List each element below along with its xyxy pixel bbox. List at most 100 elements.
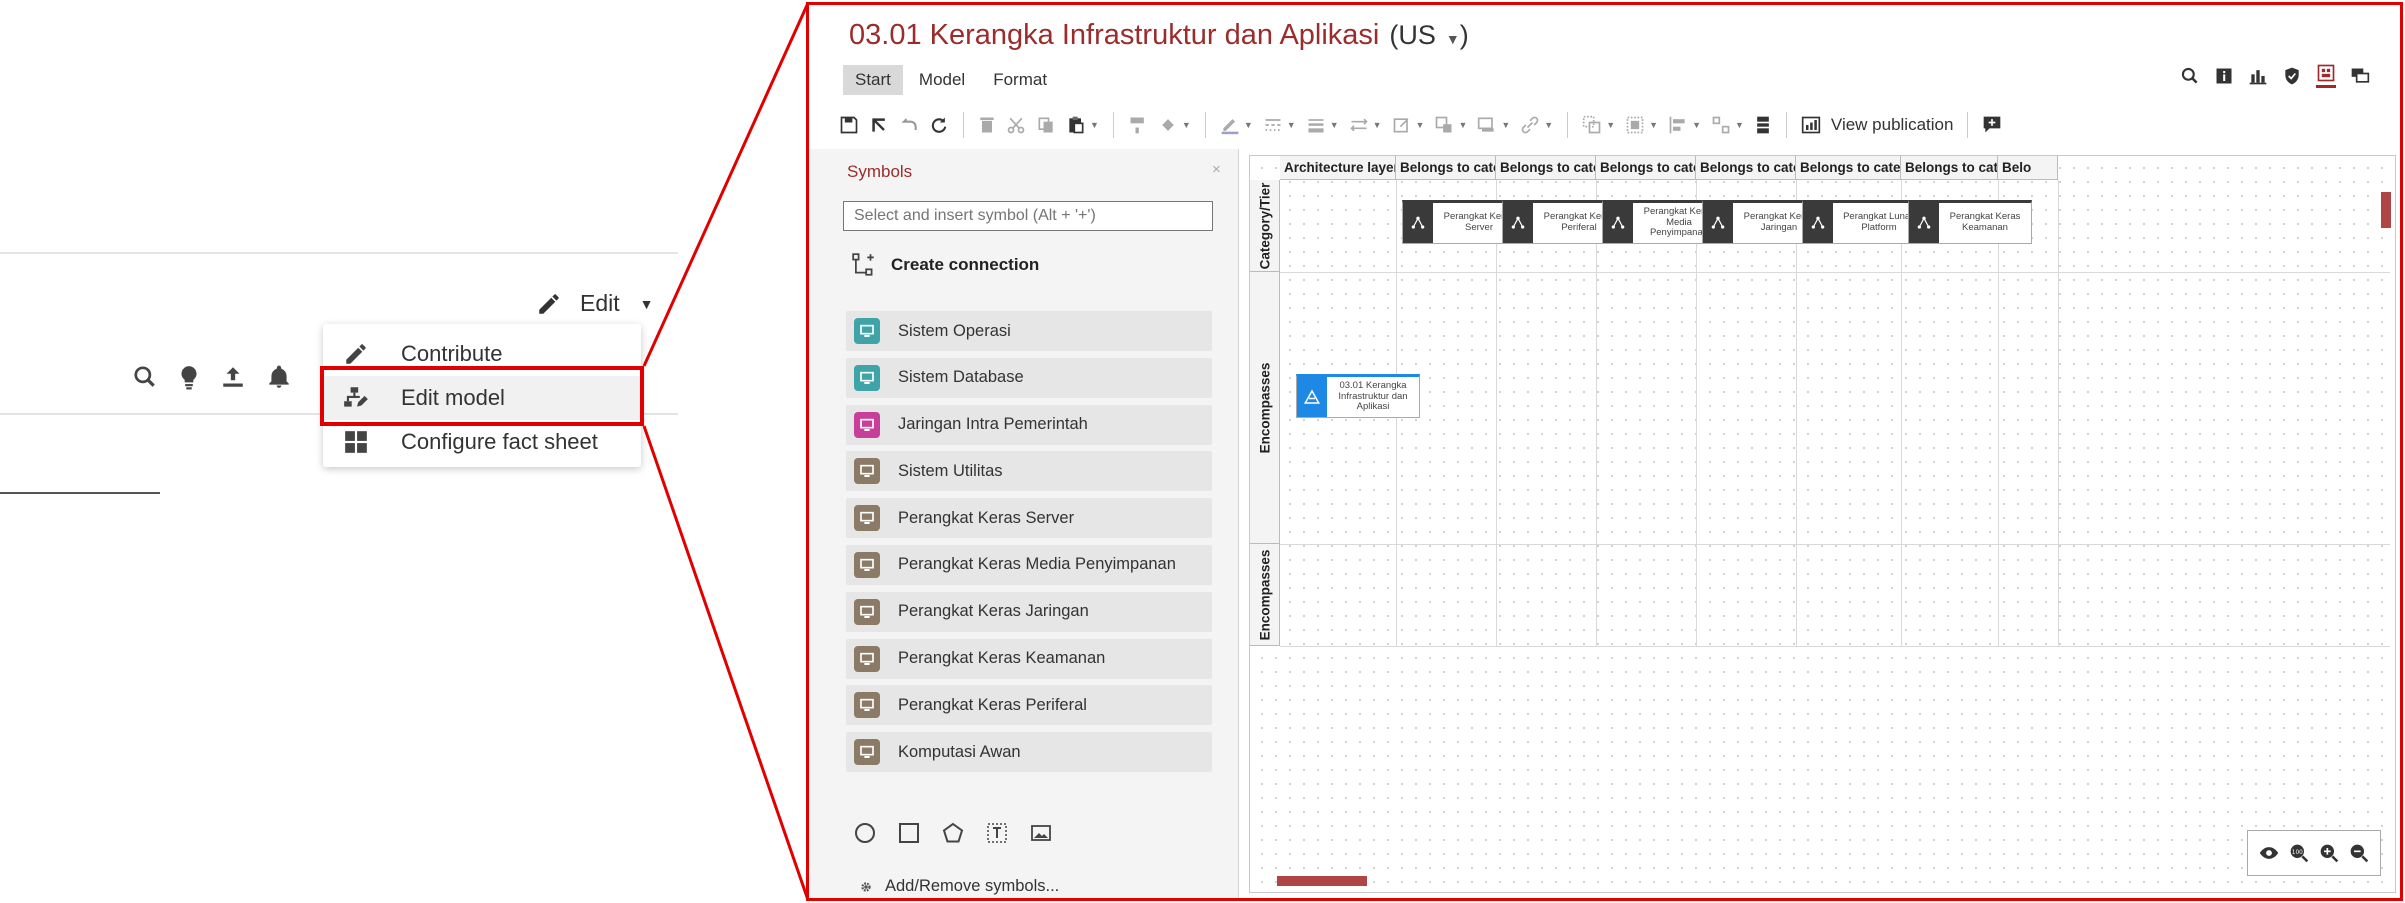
menu-item-label: Contribute [401, 341, 503, 366]
paste-icon[interactable]: ▼ [1066, 115, 1099, 135]
lightbulb-icon[interactable] [178, 364, 200, 390]
symbol-item[interactable]: Perangkat Keras Server [846, 498, 1212, 539]
search-icon[interactable] [2180, 66, 2200, 86]
menu-item-configure-fact-sheet[interactable]: Configure fact sheet [323, 420, 641, 464]
upload-icon[interactable] [220, 364, 246, 390]
zoom-out-icon[interactable] [2349, 843, 2369, 863]
add-remove-symbols-link[interactable]: Add/Remove symbols... [859, 877, 1059, 896]
format-painter-icon[interactable] [1128, 115, 1148, 135]
language-selector[interactable]: (US [1389, 20, 1436, 51]
shape-style-icon[interactable]: ▼ [1434, 115, 1467, 135]
arrow-style-icon[interactable]: ▼ [1349, 115, 1382, 135]
symbol-label: Perangkat Keras Media Penyimpanan [898, 555, 1176, 574]
vertical-scrollbar[interactable] [2381, 192, 2391, 228]
bring-front-icon[interactable]: ▼ [1625, 115, 1658, 135]
symbol-item[interactable]: Sistem Database [846, 357, 1212, 398]
lane-column-header[interactable]: Belongs to category/t... [1901, 156, 1998, 180]
line-weight-icon[interactable]: ▼ [1306, 115, 1339, 135]
lane-column-divider [1496, 180, 1497, 646]
symbol-type-icon [854, 551, 880, 578]
comments-icon[interactable] [2350, 66, 2370, 86]
image-shape-icon[interactable] [1029, 821, 1053, 845]
add-comment-icon[interactable] [1982, 115, 2002, 135]
lane-column-header[interactable]: Belongs to category/t... [1396, 156, 1496, 180]
bar-chart-icon[interactable] [2248, 66, 2268, 86]
lane-row-divider [1280, 544, 2390, 545]
lane-column-header[interactable]: Architecture layer/ele... [1280, 156, 1396, 180]
edit-dropdown[interactable]: Edit ▼ [536, 290, 654, 317]
lane-row-header[interactable]: Category/Tier [1250, 180, 1280, 272]
create-connection-button[interactable]: Create connection [851, 252, 1039, 278]
toolbar-separator [1204, 112, 1206, 138]
category-node[interactable]: Perangkat Keras Keamanan [1908, 200, 2032, 244]
lane-column-header[interactable]: Belongs to category/tier [1496, 156, 1596, 180]
symbol-item[interactable]: Perangkat Keras Jaringan [846, 591, 1212, 632]
network-node-icon [1403, 203, 1433, 243]
lane-column-header[interactable]: Belongs to category/t... [1596, 156, 1696, 180]
symbol-item[interactable]: Sistem Operasi [846, 311, 1212, 351]
view-publication-button[interactable]: View publication [1801, 115, 1954, 135]
lane-row-header[interactable]: Encompasses [1250, 272, 1280, 544]
shadow-icon[interactable]: ▼ [1477, 115, 1510, 135]
caret-down-icon[interactable]: ▼) [1446, 20, 1469, 51]
rectangle-shape-icon[interactable] [897, 821, 921, 845]
link-icon[interactable]: ▼ [1520, 115, 1553, 135]
symbol-label: Perangkat Keras Server [898, 508, 1075, 527]
cut-icon[interactable] [1006, 115, 1026, 135]
model-canvas[interactable]: 100 Architecture layer/ele...Belongs to … [1249, 155, 2396, 893]
copy-icon[interactable] [1036, 115, 1056, 135]
lane-column-header[interactable]: Belongs to category/tier [1796, 156, 1901, 180]
undo-icon[interactable] [869, 115, 889, 135]
symbol-item[interactable]: Jaringan Intra Pemerintah [846, 404, 1212, 445]
horizontal-scrollbar[interactable] [1277, 876, 1367, 886]
symbol-item[interactable]: Perangkat Keras Keamanan [846, 638, 1212, 679]
model-node[interactable]: 03.01 Kerangka Infrastruktur dan Aplikas… [1296, 374, 1420, 418]
shield-icon[interactable] [2282, 66, 2302, 86]
text-box-icon[interactable] [985, 821, 1009, 845]
redo-icon[interactable] [899, 115, 919, 135]
tab-model[interactable]: Model [907, 65, 977, 95]
close-icon[interactable]: × [1212, 161, 1221, 178]
refresh-icon[interactable] [929, 115, 949, 135]
symbol-item[interactable]: Perangkat Keras Periferal [846, 685, 1212, 726]
zoom-in-icon[interactable] [2319, 843, 2339, 863]
pencil-icon [536, 291, 562, 317]
symbol-item[interactable]: Sistem Utilitas [846, 451, 1212, 492]
lane-row-header[interactable]: Encompasses [1250, 544, 1280, 646]
symbol-search-input[interactable] [843, 201, 1213, 231]
tab-format[interactable]: Format [981, 65, 1059, 95]
lane-column-divider [1696, 180, 1697, 646]
pentagon-shape-icon[interactable] [941, 821, 965, 845]
search-icon[interactable] [132, 364, 158, 390]
symbol-item[interactable]: Perangkat Keras Media Penyimpanan [846, 544, 1212, 585]
distribute-icon[interactable]: ▼ [1711, 115, 1744, 135]
lane-column-header[interactable]: Belo [1998, 156, 2058, 180]
model-icon [1297, 377, 1327, 417]
info-icon[interactable] [2214, 66, 2234, 86]
layout-icon[interactable] [1754, 115, 1772, 135]
svg-text:100: 100 [2292, 850, 2303, 856]
line-color-icon[interactable]: ▼ [1220, 115, 1253, 135]
view-publication-label: View publication [1830, 115, 1954, 134]
fill-color-icon[interactable]: ▼ [1158, 115, 1191, 135]
symbols-heading: Symbols [847, 162, 913, 181]
group-icon[interactable]: ▼ [1582, 115, 1615, 135]
eye-icon[interactable] [2259, 843, 2279, 863]
symbol-label: Perangkat Keras Periferal [898, 695, 1087, 714]
save-icon[interactable] [839, 115, 859, 135]
edit-shape-icon[interactable]: ▼ [1392, 115, 1424, 135]
symbol-label: Sistem Utilitas [898, 461, 1003, 480]
divider-underline [0, 492, 160, 494]
lane-column-header[interactable]: Belongs to category/t... [1696, 156, 1796, 180]
toolbar-separator [1112, 112, 1114, 138]
delete-icon[interactable] [978, 115, 996, 135]
bell-icon[interactable] [266, 364, 292, 390]
circle-shape-icon[interactable] [853, 821, 877, 845]
tab-start[interactable]: Start [843, 65, 903, 95]
symbol-item[interactable]: Komputasi Awan [846, 732, 1212, 773]
zoom-100-icon[interactable]: 100 [2289, 843, 2309, 863]
align-icon[interactable]: ▼ [1668, 115, 1701, 135]
line-style-icon[interactable]: ▼ [1263, 115, 1296, 135]
connection-icon [851, 252, 877, 278]
properties-icon[interactable] [2316, 63, 2336, 88]
